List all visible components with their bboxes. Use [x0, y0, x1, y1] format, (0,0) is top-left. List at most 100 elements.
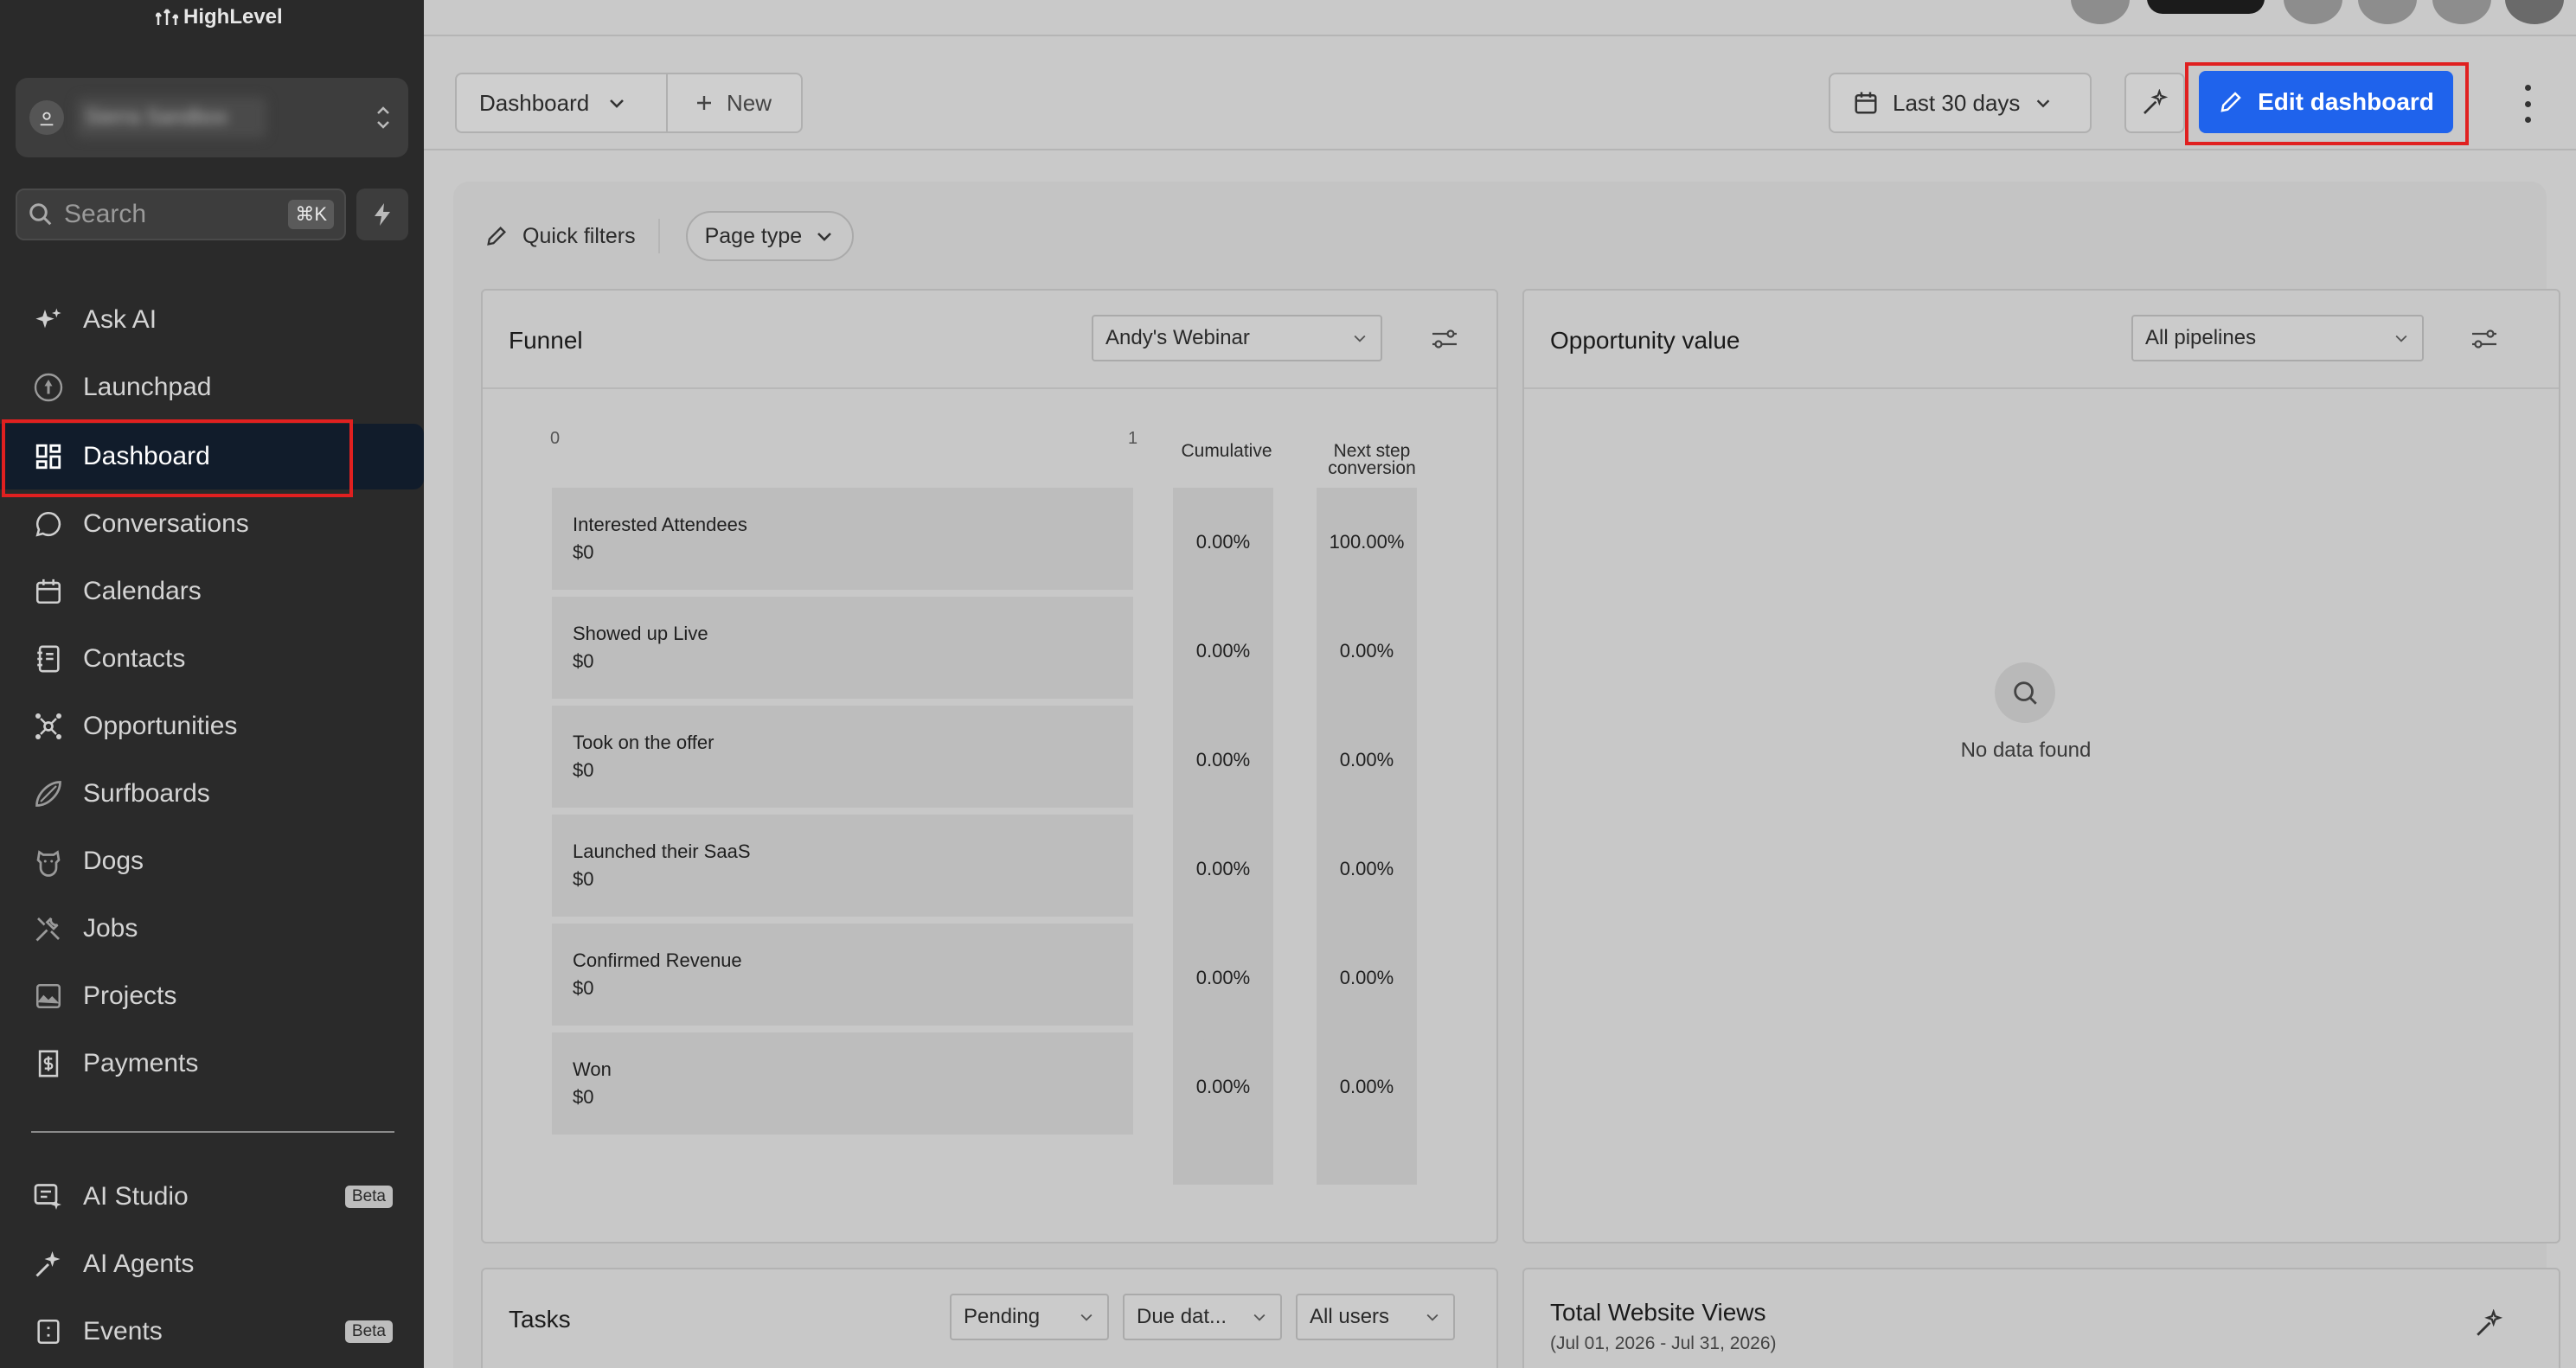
lightning-icon — [375, 203, 390, 226]
notifications-button[interactable] — [2358, 0, 2417, 24]
grid-icon — [31, 439, 66, 474]
sidebar-item-label: Dashboard — [83, 442, 210, 470]
sidebar-item-contacts[interactable]: Contacts — [0, 626, 424, 692]
location-pin-icon — [40, 112, 54, 126]
ai-insights-button[interactable] — [2124, 73, 2185, 133]
opportunity-settings-button[interactable] — [2470, 327, 2498, 351]
quick-filters-label: Quick filters — [522, 223, 636, 248]
chat-bubble-icon — [31, 507, 66, 541]
sidebar-item-ai-agents[interactable]: AI Agents — [0, 1231, 424, 1297]
page-type-label: Page type — [704, 223, 803, 248]
sidebar-item-projects[interactable]: Projects — [0, 963, 424, 1029]
ai-studio-icon — [31, 1179, 66, 1214]
chevron-down-icon — [817, 233, 832, 241]
more-options-button[interactable] — [2510, 85, 2545, 123]
beta-badge: Beta — [344, 1320, 393, 1343]
dashboard-select[interactable]: Dashboard — [455, 73, 668, 133]
funnel-title: Funnel — [509, 327, 583, 354]
opportunity-value-widget: Opportunity value All pipelines No data … — [1522, 289, 2560, 1243]
user-avatar[interactable] — [2505, 0, 2564, 24]
sidebar-item-label: Jobs — [83, 914, 138, 943]
chevron-down-icon — [1080, 1314, 1093, 1321]
calendar-icon — [1855, 92, 1877, 114]
sidebar-item-label: Events — [83, 1317, 163, 1346]
sidebar-item-dogs[interactable]: Dogs — [0, 828, 424, 894]
chevron-down-icon — [610, 99, 625, 108]
funnel-stage: Launched their SaaS $0 — [552, 815, 1133, 917]
next-step-value: 0.00% — [1339, 967, 1394, 988]
pencil-icon — [2220, 92, 2241, 112]
website-views-ai-button[interactable] — [2474, 1309, 2503, 1339]
sidebar-item-label: Launchpad — [83, 373, 212, 401]
sidebar-item-label: Opportunities — [83, 712, 238, 740]
page-type-filter[interactable]: Page type — [685, 211, 855, 261]
new-dashboard-button[interactable]: New — [666, 73, 803, 133]
funnel-axis-max: 1 — [1128, 429, 1138, 448]
sidebar-item-label: Conversations — [83, 509, 249, 538]
help-button[interactable] — [2432, 0, 2491, 24]
sidebar-item-label: Calendars — [83, 577, 202, 605]
sidebar-item-payments[interactable]: Payments — [0, 1031, 424, 1096]
website-views-date-range: (Jul 01, 2026 - Jul 31, 2026) — [1550, 1333, 1777, 1353]
sidebar-item-conversations[interactable]: Conversations — [0, 491, 424, 557]
sidebar-divider — [31, 1131, 394, 1133]
dashboard-select-label: Dashboard — [479, 89, 590, 116]
pipeline-select[interactable]: All pipelines — [2131, 315, 2424, 361]
search-input[interactable]: Search ⌘K — [16, 189, 346, 240]
edit-dashboard-button[interactable]: Edit dashboard — [2199, 71, 2453, 133]
app-logo[interactable]: HighLevel — [156, 5, 283, 29]
task-status-select[interactable]: Pending — [950, 1294, 1109, 1340]
funnel-stage-name: Showed up Live — [573, 623, 708, 644]
sidebar-item-ask-ai[interactable]: Ask AI — [0, 287, 424, 353]
chevron-updown-icon — [377, 106, 389, 129]
funnel-select-value: Andy's Webinar — [1105, 326, 1250, 349]
funnel-select[interactable]: Andy's Webinar — [1092, 315, 1382, 361]
date-range-select[interactable]: Last 30 days — [1829, 73, 2092, 133]
opportunity-title: Opportunity value — [1550, 327, 1740, 354]
empty-state-text: No data found — [1960, 738, 2092, 762]
account-switcher[interactable]: Sierra Sandbox — [16, 78, 408, 157]
search-label: Search — [64, 200, 147, 228]
sidebar-item-ai-studio[interactable]: AI Studio Beta — [0, 1164, 424, 1230]
receipt-icon — [31, 1046, 66, 1081]
top-icon-button[interactable] — [2284, 0, 2342, 24]
next-step-value: 0.00% — [1339, 1076, 1394, 1097]
phone-button[interactable] — [2071, 0, 2130, 24]
pipeline-select-value: All pipelines — [2145, 326, 2257, 349]
sidebar-item-calendars[interactable]: Calendars — [0, 559, 424, 624]
cumulative-value: 0.00% — [1195, 858, 1251, 879]
funnel-stage-value: $0 — [573, 1086, 594, 1108]
next-step-value: 0.00% — [1339, 640, 1394, 662]
quick-action-button[interactable] — [356, 189, 408, 240]
funnel-stage: Confirmed Revenue $0 — [552, 924, 1133, 1026]
sidebar-item-opportunities[interactable]: Opportunities — [0, 694, 424, 759]
funnel-stage-value: $0 — [573, 650, 594, 672]
task-due-select[interactable]: Due dat... — [1123, 1294, 1282, 1340]
funnel-settings-button[interactable] — [1431, 327, 1458, 351]
funnel-stage-name: Won — [573, 1058, 612, 1080]
next-step-value: 0.00% — [1339, 749, 1394, 770]
quick-filters-button[interactable]: Quick filters — [484, 219, 660, 253]
events-icon — [31, 1314, 66, 1349]
funnel-stage-name: Launched their SaaS — [573, 841, 751, 862]
next-step-header-line1: Next step — [1333, 441, 1411, 461]
new-label: New — [727, 89, 772, 116]
cumulative-value: 0.00% — [1195, 749, 1251, 770]
search-shortcut: ⌘K — [288, 200, 334, 229]
task-users-select[interactable]: All users — [1296, 1294, 1455, 1340]
chevron-down-icon — [1253, 1314, 1266, 1321]
sidebar-item-surfboards[interactable]: Surfboards — [0, 761, 424, 827]
sidebar-item-dashboard[interactable]: Dashboard — [0, 424, 424, 489]
sidebar-item-jobs[interactable]: Jobs — [0, 896, 424, 962]
address-book-icon — [31, 642, 66, 676]
sidebar-item-label: Dogs — [83, 847, 144, 875]
sidebar-item-events[interactable]: Events Beta — [0, 1299, 424, 1365]
cumulative-value: 0.00% — [1195, 1076, 1251, 1097]
funnel-stage: Interested Attendees $0 — [552, 488, 1133, 590]
sidebar: HighLevel Sierra Sandbox Search ⌘K Ask A… — [0, 0, 424, 1368]
funnel-stage: Showed up Live $0 — [552, 597, 1133, 699]
chevron-down-icon — [2037, 99, 2050, 108]
next-step-value: 0.00% — [1339, 858, 1394, 879]
top-action-pill[interactable] — [2147, 0, 2265, 14]
sidebar-item-launchpad[interactable]: Launchpad — [0, 355, 424, 420]
